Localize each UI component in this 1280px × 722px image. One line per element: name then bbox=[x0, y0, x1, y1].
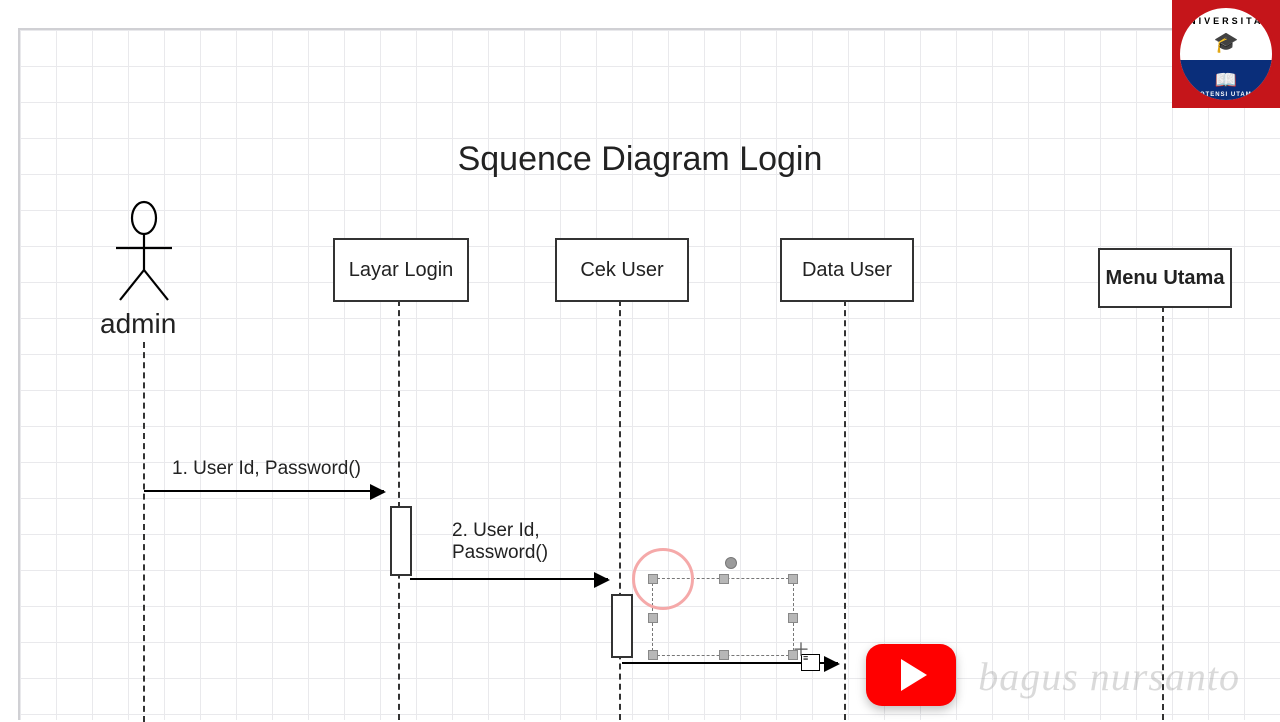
cursor-ring-icon bbox=[632, 548, 694, 610]
lifeline-label: Menu Utama bbox=[1106, 267, 1225, 290]
actor-admin[interactable] bbox=[108, 200, 180, 304]
watermark-text: bagus nursanto bbox=[978, 653, 1240, 700]
message-2-arrow[interactable] bbox=[410, 578, 608, 580]
lifeline-box-layar-login[interactable]: Layar Login bbox=[333, 238, 469, 302]
lifeline-box-data-user[interactable]: Data User bbox=[780, 238, 914, 302]
resize-handle[interactable] bbox=[648, 650, 658, 660]
actor-label: admin bbox=[100, 308, 176, 340]
resize-handle[interactable] bbox=[719, 650, 729, 660]
logo-bottom-text: POTENSI UTAMA bbox=[1180, 92, 1272, 98]
open-book-icon: 📖 bbox=[1215, 70, 1237, 91]
resize-handle[interactable] bbox=[648, 613, 658, 623]
lifeline-admin bbox=[143, 342, 145, 722]
youtube-play-icon[interactable] bbox=[866, 644, 956, 706]
diagram-title: Squence Diagram Login bbox=[0, 140, 1280, 179]
university-logo: UNIVERSITAS 🎓 📖 POTENSI UTAMA bbox=[1172, 0, 1280, 108]
arrowhead-icon bbox=[594, 572, 610, 588]
arrowhead-icon bbox=[370, 484, 386, 500]
resize-handle[interactable] bbox=[719, 574, 729, 584]
message-1-label: 1. User Id, Password() bbox=[172, 458, 361, 480]
logo-top-text: UNIVERSITAS bbox=[1177, 16, 1275, 26]
message-2-label: 2. User Id, Password() bbox=[452, 520, 548, 564]
lifeline-label: Layar Login bbox=[349, 259, 454, 282]
rotate-handle[interactable] bbox=[725, 557, 737, 569]
crosshair-cursor-icon: ＋ bbox=[792, 636, 810, 662]
lifeline-data-user bbox=[844, 300, 846, 720]
resize-handle[interactable] bbox=[788, 574, 798, 584]
resize-handle[interactable] bbox=[788, 613, 798, 623]
graduation-cap-icon: 🎓 bbox=[1180, 30, 1272, 55]
arrowhead-icon bbox=[824, 656, 840, 672]
activation-layar[interactable] bbox=[390, 506, 412, 576]
play-triangle-icon bbox=[901, 659, 927, 691]
lifeline-box-menu-utama[interactable]: Menu Utama bbox=[1098, 248, 1232, 308]
lifeline-label: Cek User bbox=[580, 259, 663, 282]
activation-cek[interactable] bbox=[611, 594, 633, 658]
message-drag-arrow[interactable]: ≡ bbox=[622, 662, 838, 664]
message-1-arrow[interactable] bbox=[144, 490, 384, 492]
lifeline-label: Data User bbox=[802, 259, 892, 282]
lifeline-box-cek-user[interactable]: Cek User bbox=[555, 238, 689, 302]
